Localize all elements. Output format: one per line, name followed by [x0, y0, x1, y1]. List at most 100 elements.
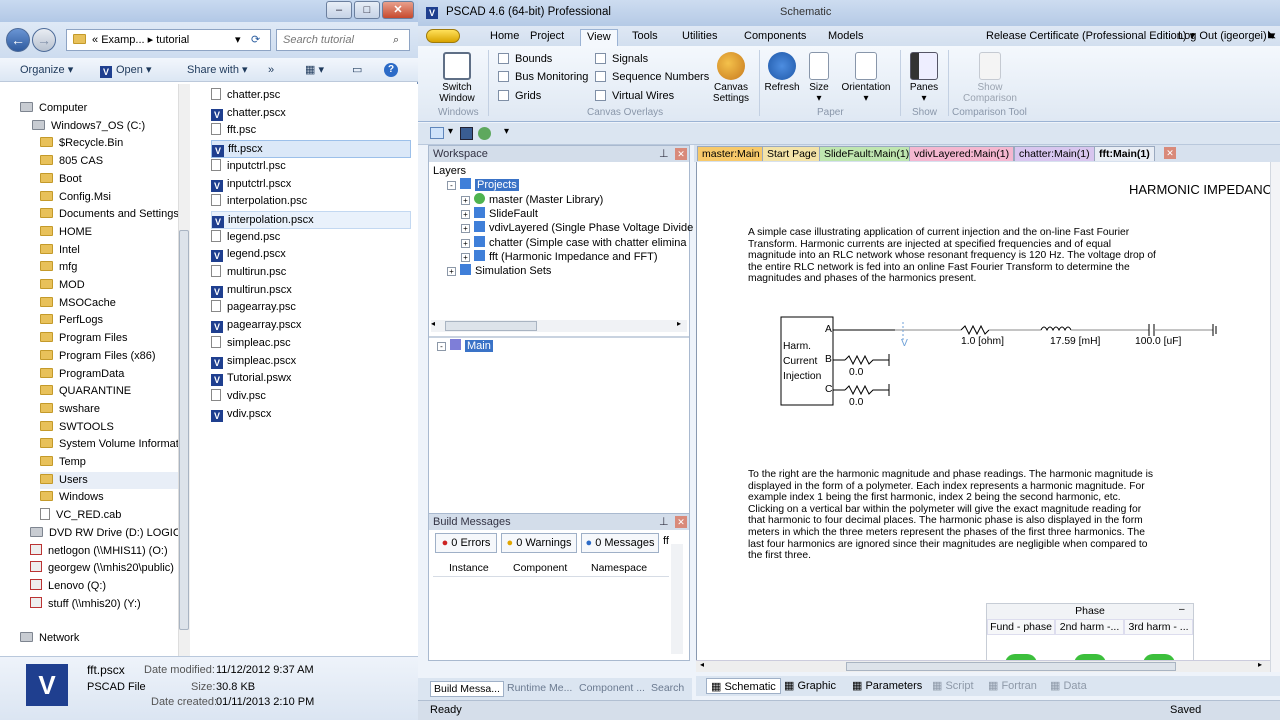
- file-item[interactable]: Vsimpleac.pscx: [211, 353, 411, 371]
- resistor-c[interactable]: [844, 384, 889, 396]
- expand-icon[interactable]: +: [461, 238, 470, 248]
- file-item[interactable]: inputctrl.psc: [211, 158, 411, 176]
- view-tab-script[interactable]: ▦ Script: [932, 678, 974, 694]
- chevron-down-icon[interactable]: ▾: [448, 126, 453, 137]
- application-menu-button[interactable]: [426, 29, 460, 43]
- nav-item[interactable]: QUARANTINE: [40, 383, 131, 401]
- tab-models[interactable]: Models: [822, 29, 869, 46]
- nav-item[interactable]: Computer: [20, 100, 87, 118]
- back-button[interactable]: ←: [6, 28, 30, 52]
- tree-item[interactable]: + fft (Harmonic Impedance and FFT): [461, 249, 658, 264]
- address-input[interactable]: « Examp... ▸ tutorial ▾ ⟳: [66, 29, 271, 51]
- more-commands-button[interactable]: »: [268, 63, 274, 77]
- nav-item[interactable]: netlogon (\\MHIS11) (O:): [30, 543, 168, 561]
- new-icon[interactable]: [430, 127, 444, 139]
- bottom-tab[interactable]: Component ...: [576, 681, 648, 697]
- tab-view[interactable]: View: [580, 29, 618, 46]
- pin-icon[interactable]: ⊥: [659, 514, 669, 530]
- tab-components[interactable]: Components: [738, 29, 812, 46]
- tab-project[interactable]: Project: [524, 29, 570, 46]
- file-item[interactable]: Vpagearray.pscx: [211, 317, 411, 335]
- collapse-icon[interactable]: –: [1179, 604, 1185, 615]
- bottom-tab[interactable]: Search: [648, 681, 687, 697]
- document-tab[interactable]: master:Main: [697, 146, 765, 161]
- file-item[interactable]: interpolation.psc: [211, 193, 411, 211]
- document-tab[interactable]: fft:Main(1): [1094, 146, 1155, 161]
- file-item[interactable]: Vinputctrl.pscx: [211, 176, 411, 194]
- organize-button[interactable]: Organize ▾: [20, 63, 73, 77]
- file-item[interactable]: pagearray.psc: [211, 299, 411, 317]
- build-vscrollbar[interactable]: [671, 544, 683, 654]
- nav-item[interactable]: Documents and Settings: [40, 206, 179, 224]
- file-item[interactable]: multirun.psc: [211, 264, 411, 282]
- ribbon-options-icon[interactable]: ◣: [1268, 29, 1276, 40]
- file-item[interactable]: Vmultirun.pscx: [211, 282, 411, 300]
- document-tab[interactable]: chatter:Main(1): [1014, 146, 1095, 161]
- pane-splitter[interactable]: [429, 336, 689, 338]
- tree-item[interactable]: + vdivLayered (Single Phase Voltage Divid…: [461, 221, 693, 235]
- scroll-right-icon[interactable]: ▸: [677, 319, 681, 328]
- customize-toolbar-icon[interactable]: ▾: [504, 126, 509, 137]
- file-item[interactable]: simpleac.psc: [211, 335, 411, 353]
- tree-item[interactable]: + Simulation Sets: [447, 264, 551, 278]
- nav-item[interactable]: Config.Msi: [40, 189, 111, 207]
- nav-item[interactable]: mfg: [40, 259, 77, 277]
- canvas-hscrollbar[interactable]: ◂ ▸: [696, 660, 1270, 672]
- share-with-button[interactable]: Share with ▾: [187, 63, 248, 77]
- document-tab[interactable]: SlideFault:Main(1): [819, 146, 915, 161]
- file-item[interactable]: legend.psc: [211, 229, 411, 247]
- build-icon[interactable]: [478, 127, 491, 140]
- nav-scroll-thumb[interactable]: [179, 230, 189, 630]
- resistor[interactable]: [960, 324, 990, 336]
- column-header[interactable]: Instance: [449, 562, 489, 574]
- tab-home[interactable]: Home: [484, 29, 525, 46]
- file-item[interactable]: Vlegend.pscx: [211, 246, 411, 264]
- nav-item[interactable]: stuff (\\mhis20) (Y:): [30, 596, 141, 614]
- expand-icon[interactable]: +: [461, 209, 470, 219]
- pscad-titlebar[interactable]: V PSCAD 4.6 (64-bit) Professional Schema…: [418, 0, 1280, 26]
- expand-icon[interactable]: +: [461, 195, 470, 205]
- nav-item[interactable]: Network: [20, 630, 79, 648]
- file-item[interactable]: Vchatter.pscx: [211, 105, 411, 123]
- canvas-settings-button[interactable]: Canvas Settings: [708, 52, 754, 104]
- tab-utilities[interactable]: Utilities: [676, 29, 723, 46]
- errors-filter-button[interactable]: ● 0 Errors: [435, 533, 497, 553]
- nav-item[interactable]: MSOCache: [40, 295, 116, 313]
- scroll-thumb[interactable]: [846, 662, 1176, 671]
- bus-monitoring-checkbox[interactable]: Bus Monitoring: [498, 70, 588, 84]
- close-icon[interactable]: ✕: [675, 148, 687, 160]
- view-tab-fortran[interactable]: ▦ Fortran: [988, 678, 1037, 694]
- expand-icon[interactable]: +: [461, 224, 470, 234]
- virtual-wires-checkbox[interactable]: Virtual Wires: [595, 89, 674, 103]
- nav-item[interactable]: MOD: [40, 277, 85, 295]
- resistor-b[interactable]: [844, 354, 889, 366]
- nav-item[interactable]: ProgramData: [40, 366, 124, 384]
- nav-item[interactable]: System Volume Informati: [40, 436, 181, 454]
- view-options-icon[interactable]: ▦ ▾: [305, 63, 324, 77]
- nav-item[interactable]: $Recycle.Bin: [40, 135, 123, 153]
- logout-menu[interactable]: Log Out (igeorgei) ▾: [1178, 29, 1275, 42]
- scroll-left-icon[interactable]: ◂: [431, 319, 435, 328]
- orientation-button[interactable]: Orientation ▾: [838, 52, 894, 104]
- bottom-tab[interactable]: Runtime Me...: [504, 681, 575, 697]
- view-tab-schematic[interactable]: ▦ Schematic: [706, 678, 781, 694]
- file-item[interactable]: Vfft.pscx: [211, 140, 411, 158]
- expand-icon[interactable]: +: [461, 252, 470, 262]
- nav-item[interactable]: georgew (\\mhis20\public): [30, 560, 174, 578]
- tree-item[interactable]: + chatter (Simple case with chatter elimi…: [461, 235, 686, 250]
- panes-button[interactable]: Panes ▾: [905, 52, 943, 104]
- build-extra-filter[interactable]: ff: [663, 535, 669, 547]
- show-comparison-button[interactable]: Show Comparison: [958, 52, 1022, 104]
- inductor[interactable]: [1040, 326, 1072, 332]
- nav-item[interactable]: DVD RW Drive (D:) LOGICAL: [30, 525, 189, 543]
- close-button[interactable]: ✕: [382, 1, 414, 19]
- scroll-left-icon[interactable]: ◂: [700, 660, 704, 669]
- phase-meter-panel[interactable]: Phase – Fund - phase 2nd harm -... 3rd h…: [986, 603, 1194, 660]
- preview-pane-icon[interactable]: ▭: [352, 63, 362, 77]
- nav-item[interactable]: Temp: [40, 454, 86, 472]
- tree-item-main[interactable]: - Main: [437, 339, 493, 353]
- tab-tools[interactable]: Tools: [626, 29, 664, 46]
- tree-item[interactable]: + SlideFault: [461, 206, 538, 221]
- sequence-numbers-checkbox[interactable]: Sequence Numbers: [595, 70, 709, 84]
- tree-item[interactable]: - Projects: [447, 178, 519, 192]
